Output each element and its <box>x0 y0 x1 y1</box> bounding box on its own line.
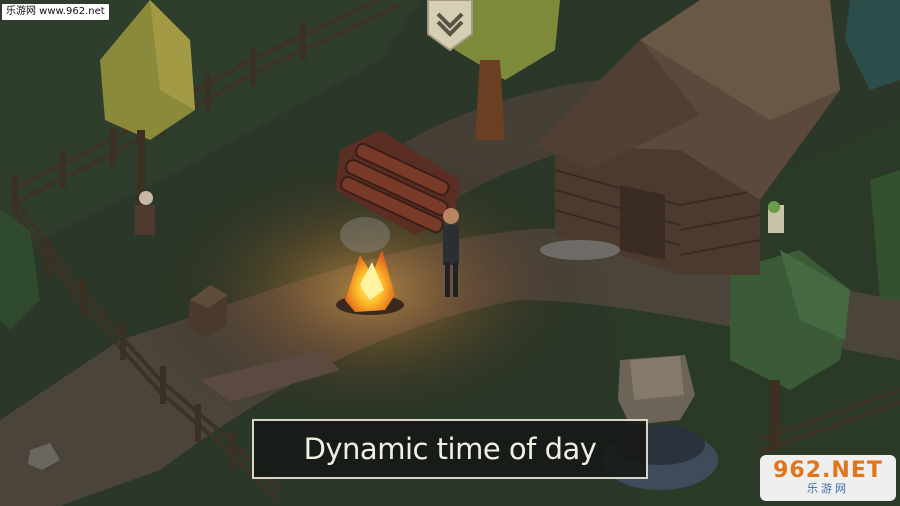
logo-main-text: 962.NET <box>773 458 883 483</box>
smoke <box>340 217 390 253</box>
game-scene[interactable]: 乐游网 www.962.net Dynamic time of day 962.… <box>0 0 900 506</box>
menu-toggle-button[interactable] <box>424 0 476 52</box>
cabin-door <box>620 185 665 260</box>
caption-text: Dynamic time of day <box>303 432 597 466</box>
logo-sub-text: 乐游网 <box>807 482 849 495</box>
site-watermark: 乐游网 www.962.net <box>2 4 109 20</box>
stones <box>540 240 620 260</box>
site-logo: 962.NET 乐游网 <box>760 455 896 501</box>
villager-character <box>768 201 784 233</box>
caption-banner: Dynamic time of day <box>252 419 648 479</box>
chevron-down-icon <box>427 0 473 52</box>
